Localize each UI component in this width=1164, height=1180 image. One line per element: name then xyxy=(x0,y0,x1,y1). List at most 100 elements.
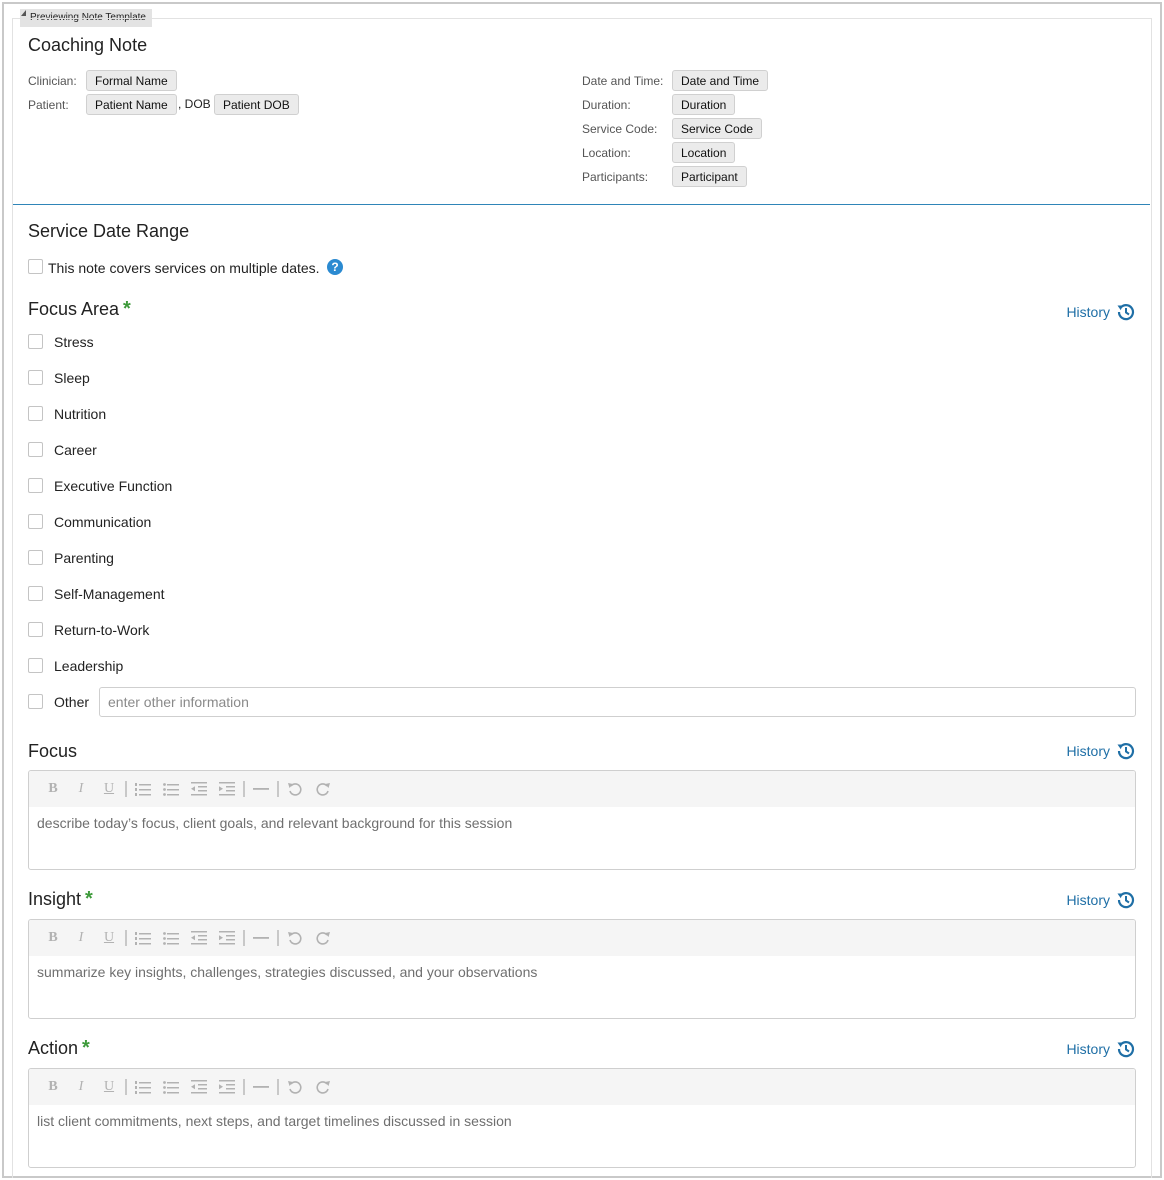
action-editor-body[interactable]: list client commitments, next steps, and… xyxy=(29,1105,1135,1137)
focus-area-option-label[interactable]: Stress xyxy=(54,334,94,350)
indent-icon[interactable] xyxy=(213,777,241,801)
history-icon xyxy=(1117,743,1135,760)
toolbar-separator xyxy=(243,1079,245,1095)
action-history-button[interactable]: History xyxy=(1066,1039,1136,1059)
outdent-icon[interactable] xyxy=(185,926,213,950)
action-editor[interactable]: BIU list client commitments, next steps,… xyxy=(28,1068,1136,1168)
action-title: Action * xyxy=(28,1037,90,1060)
editor-toolbar: BIU xyxy=(29,1069,1135,1105)
bold-icon[interactable]: B xyxy=(39,926,67,950)
focus-area-option-checkbox[interactable] xyxy=(28,442,43,457)
collapse-triangle-icon[interactable] xyxy=(21,10,26,16)
unordered-list-icon[interactable] xyxy=(157,1075,185,1099)
focus-title: Focus xyxy=(28,741,77,762)
italic-icon[interactable]: I xyxy=(67,777,95,801)
focus-area-option-label[interactable]: Parenting xyxy=(54,550,114,566)
redo-icon[interactable] xyxy=(309,1075,337,1099)
help-icon[interactable]: ? xyxy=(327,259,343,275)
editor-toolbar: BIU xyxy=(29,920,1135,956)
focus-area-option-checkbox[interactable] xyxy=(28,370,43,385)
focus-editor[interactable]: BIU describe today’s focus, client goals… xyxy=(28,770,1136,870)
indent-icon[interactable] xyxy=(213,1075,241,1099)
toolbar-separator xyxy=(243,930,245,946)
focus-editor-body[interactable]: describe today’s focus, client goals, an… xyxy=(29,807,1135,839)
horizontal-rule-icon[interactable] xyxy=(247,777,275,801)
outdent-icon[interactable] xyxy=(185,777,213,801)
focus-area-option-label[interactable]: Return-to-Work xyxy=(54,622,149,638)
focus-area-option-label[interactable]: Sleep xyxy=(54,370,90,386)
indent-icon[interactable] xyxy=(213,926,241,950)
focus-area-option-other-label[interactable]: Other xyxy=(54,694,89,710)
focus-area-option-checkbox[interactable] xyxy=(28,550,43,565)
service-date-range-title: Service Date Range xyxy=(28,221,190,241)
required-marker: * xyxy=(85,888,93,910)
toolbar-separator xyxy=(277,930,279,946)
focus-area-option-label[interactable]: Communication xyxy=(54,514,151,530)
date-time-label: Date and Time: xyxy=(582,74,664,88)
insight-editor[interactable]: BIU summarize key insights, challenges, … xyxy=(28,919,1136,1019)
underline-icon[interactable]: U xyxy=(95,777,123,801)
horizontal-rule-icon[interactable] xyxy=(247,1075,275,1099)
focus-area-option-checkbox[interactable] xyxy=(28,406,43,421)
history-label: History xyxy=(1066,304,1110,320)
other-info-input[interactable] xyxy=(99,687,1136,717)
clinician-label: Clinician: xyxy=(28,74,77,88)
focus-area-option-checkbox[interactable] xyxy=(28,478,43,493)
focus-area-option-label[interactable]: Nutrition xyxy=(54,406,106,422)
bold-icon[interactable]: B xyxy=(39,1075,67,1099)
location-label: Location: xyxy=(582,146,631,160)
insight-title-text: Insight xyxy=(28,889,82,909)
undo-icon[interactable] xyxy=(281,1075,309,1099)
focus-area-option-other-checkbox[interactable] xyxy=(28,694,43,709)
focus-area-title: Focus Area * xyxy=(28,298,131,321)
focus-area-option-checkbox[interactable] xyxy=(28,334,43,349)
insight-title: Insight * xyxy=(28,888,93,911)
horizontal-rule-icon[interactable] xyxy=(247,926,275,950)
participants-label: Participants: xyxy=(582,170,649,184)
note-title: Coaching Note xyxy=(28,35,148,55)
duration-chip: Duration xyxy=(672,94,736,115)
participant-chip: Participant xyxy=(672,166,747,187)
focus-area-option-checkbox[interactable] xyxy=(28,622,43,637)
editor-toolbar: BIU xyxy=(29,771,1135,807)
underline-icon[interactable]: U xyxy=(95,1075,123,1099)
patient-name-chip: Patient Name xyxy=(86,94,177,115)
history-icon xyxy=(1117,1041,1135,1058)
focus-area-history-button[interactable]: History xyxy=(1066,302,1136,322)
history-label: History xyxy=(1066,892,1110,908)
action-title-text: Action xyxy=(28,1038,79,1058)
toolbar-separator xyxy=(277,1079,279,1095)
unordered-list-icon[interactable] xyxy=(157,777,185,801)
undo-icon[interactable] xyxy=(281,926,309,950)
date-time-chip: Date and Time xyxy=(672,70,769,91)
ordered-list-icon[interactable] xyxy=(129,777,157,801)
service-code-label: Service Code: xyxy=(582,122,658,136)
focus-area-option-checkbox[interactable] xyxy=(28,514,43,529)
unordered-list-icon[interactable] xyxy=(157,926,185,950)
insight-editor-body[interactable]: summarize key insights, challenges, stra… xyxy=(29,956,1135,988)
focus-history-button[interactable]: History xyxy=(1066,741,1136,761)
focus-area-option-label[interactable]: Career xyxy=(54,442,97,458)
focus-area-option-label[interactable]: Leadership xyxy=(54,658,123,674)
duration-label: Duration: xyxy=(582,98,631,112)
redo-icon[interactable] xyxy=(309,777,337,801)
multiple-dates-checkbox[interactable] xyxy=(28,259,43,274)
toolbar-separator xyxy=(243,781,245,797)
bold-icon[interactable]: B xyxy=(39,777,67,801)
ordered-list-icon[interactable] xyxy=(129,1075,157,1099)
toolbar-separator xyxy=(125,930,127,946)
ordered-list-icon[interactable] xyxy=(129,926,157,950)
italic-icon[interactable]: I xyxy=(67,1075,95,1099)
undo-icon[interactable] xyxy=(281,777,309,801)
redo-icon[interactable] xyxy=(309,926,337,950)
italic-icon[interactable]: I xyxy=(67,926,95,950)
focus-area-title-text: Focus Area xyxy=(28,299,120,319)
focus-area-option-checkbox[interactable] xyxy=(28,658,43,673)
outdent-icon[interactable] xyxy=(185,1075,213,1099)
focus-area-option-label[interactable]: Self-Management xyxy=(54,586,165,602)
multiple-dates-label[interactable]: This note covers services on multiple da… xyxy=(48,260,320,276)
insight-history-button[interactable]: History xyxy=(1066,890,1136,910)
focus-area-option-label[interactable]: Executive Function xyxy=(54,478,172,494)
underline-icon[interactable]: U xyxy=(95,926,123,950)
focus-area-option-checkbox[interactable] xyxy=(28,586,43,601)
